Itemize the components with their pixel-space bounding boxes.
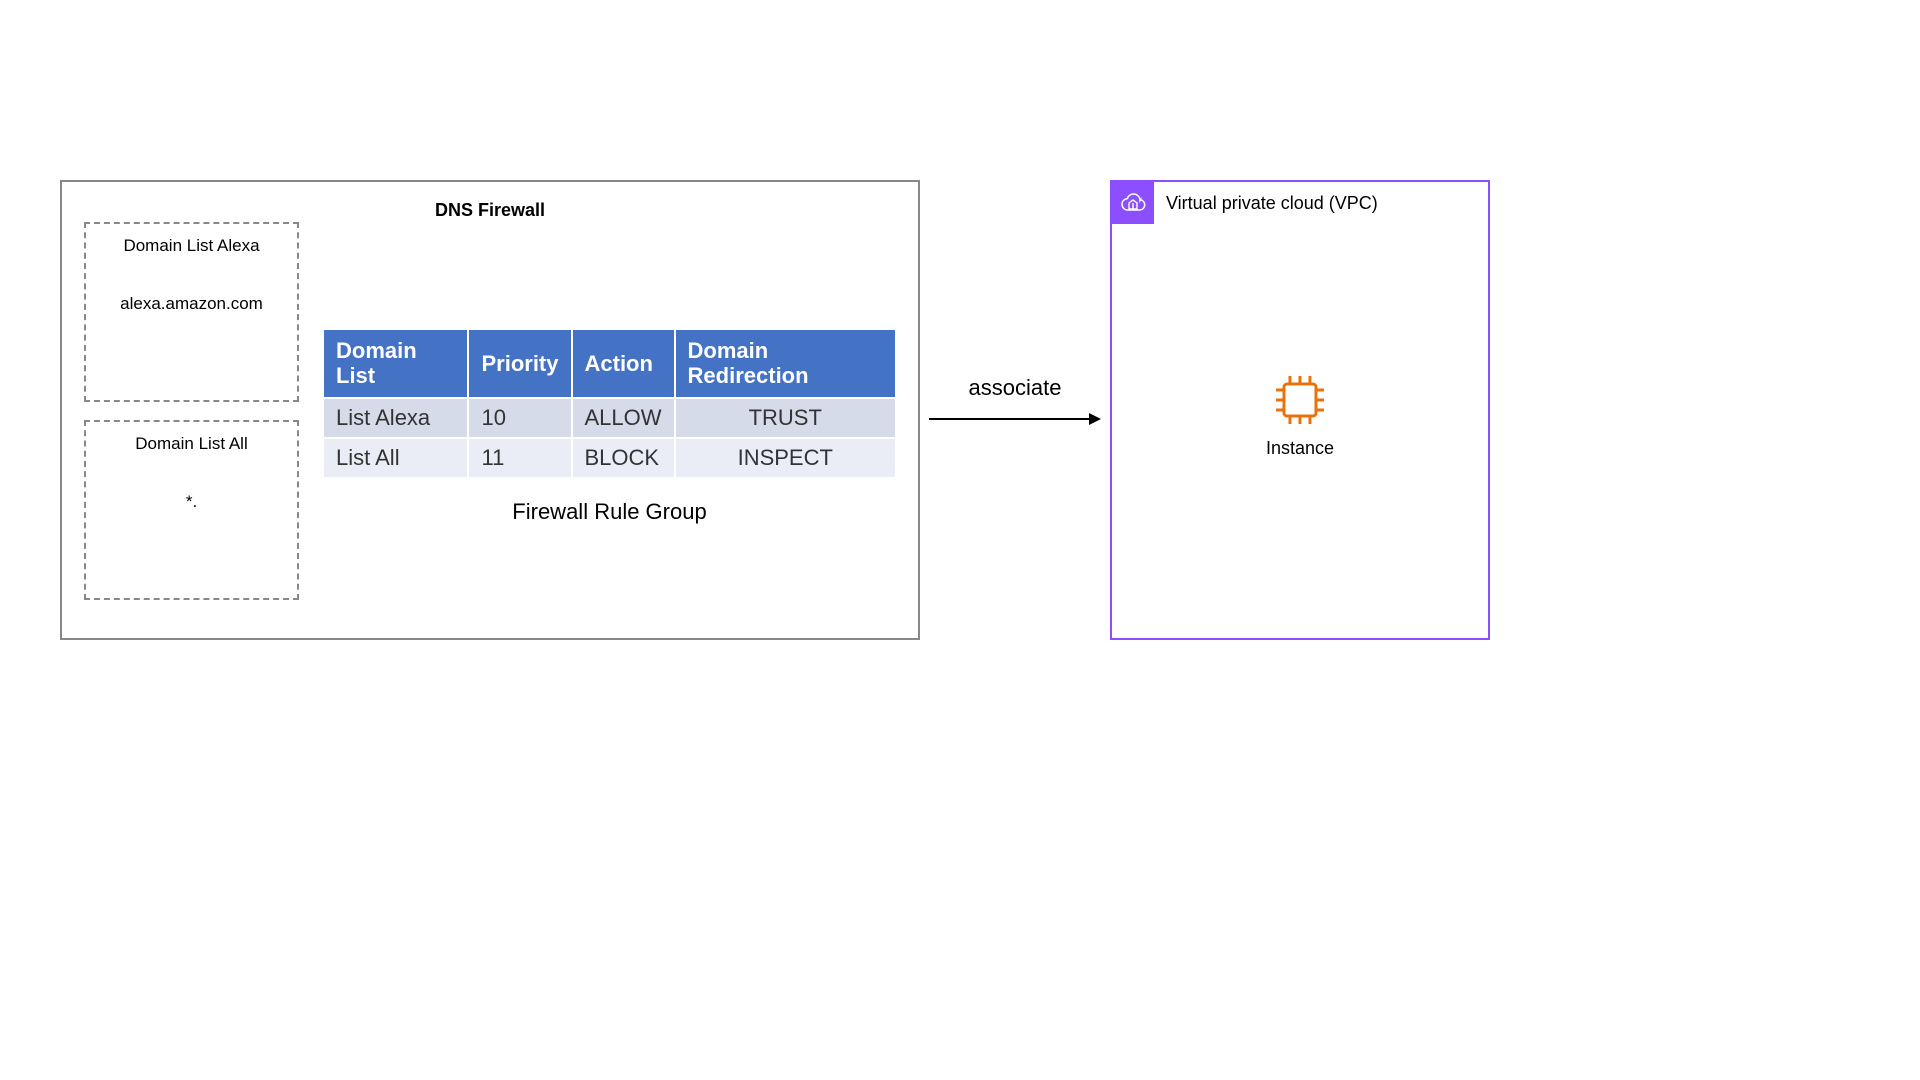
cell-list: List Alexa [323, 398, 468, 438]
vpc-box: Virtual private cloud (VPC) Instance [1110, 180, 1490, 640]
cell-redirection: TRUST [675, 398, 896, 438]
domain-list-all-box: Domain List All *. [84, 420, 299, 600]
cell-priority: 11 [468, 438, 571, 478]
col-domain-list: Domain List [323, 329, 468, 398]
cell-list: List All [323, 438, 468, 478]
cell-action: ALLOW [572, 398, 675, 438]
rule-group-caption: Firewall Rule Group [322, 499, 897, 525]
table-header-row: Domain List Priority Action Domain Redir… [323, 329, 896, 398]
instance-group: Instance [1266, 372, 1334, 459]
associate-label: associate [920, 375, 1110, 401]
cell-priority: 10 [468, 398, 571, 438]
domain-lists-group: Domain List Alexa alexa.amazon.com Domai… [84, 222, 299, 618]
arrow-icon [925, 409, 1105, 429]
rule-table: Domain List Priority Action Domain Redir… [322, 328, 897, 479]
domain-list-alexa-box: Domain List Alexa alexa.amazon.com [84, 222, 299, 402]
dns-firewall-title: DNS Firewall [82, 200, 898, 221]
diagram-canvas: DNS Firewall Domain List Alexa alexa.ama… [60, 180, 1860, 640]
table-row: List Alexa 10 ALLOW TRUST [323, 398, 896, 438]
cell-action: BLOCK [572, 438, 675, 478]
cell-redirection: INSPECT [675, 438, 896, 478]
col-priority: Priority [468, 329, 571, 398]
instance-chip-icon [1272, 372, 1328, 428]
associate-connector: associate [920, 375, 1110, 429]
col-action: Action [572, 329, 675, 398]
col-domain-redirection: Domain Redirection [675, 329, 896, 398]
firewall-rule-group: Domain List Priority Action Domain Redir… [322, 328, 897, 525]
domain-list-all-value: *. [186, 492, 197, 512]
vpc-title: Virtual private cloud (VPC) [1166, 193, 1378, 214]
vpc-cloud-icon [1112, 182, 1154, 224]
vpc-header: Virtual private cloud (VPC) [1112, 182, 1488, 224]
domain-list-alexa-value: alexa.amazon.com [120, 294, 263, 314]
domain-list-all-title: Domain List All [135, 434, 247, 454]
domain-list-alexa-title: Domain List Alexa [123, 236, 259, 256]
dns-firewall-box: DNS Firewall Domain List Alexa alexa.ama… [60, 180, 920, 640]
instance-label: Instance [1266, 438, 1334, 459]
table-row: List All 11 BLOCK INSPECT [323, 438, 896, 478]
